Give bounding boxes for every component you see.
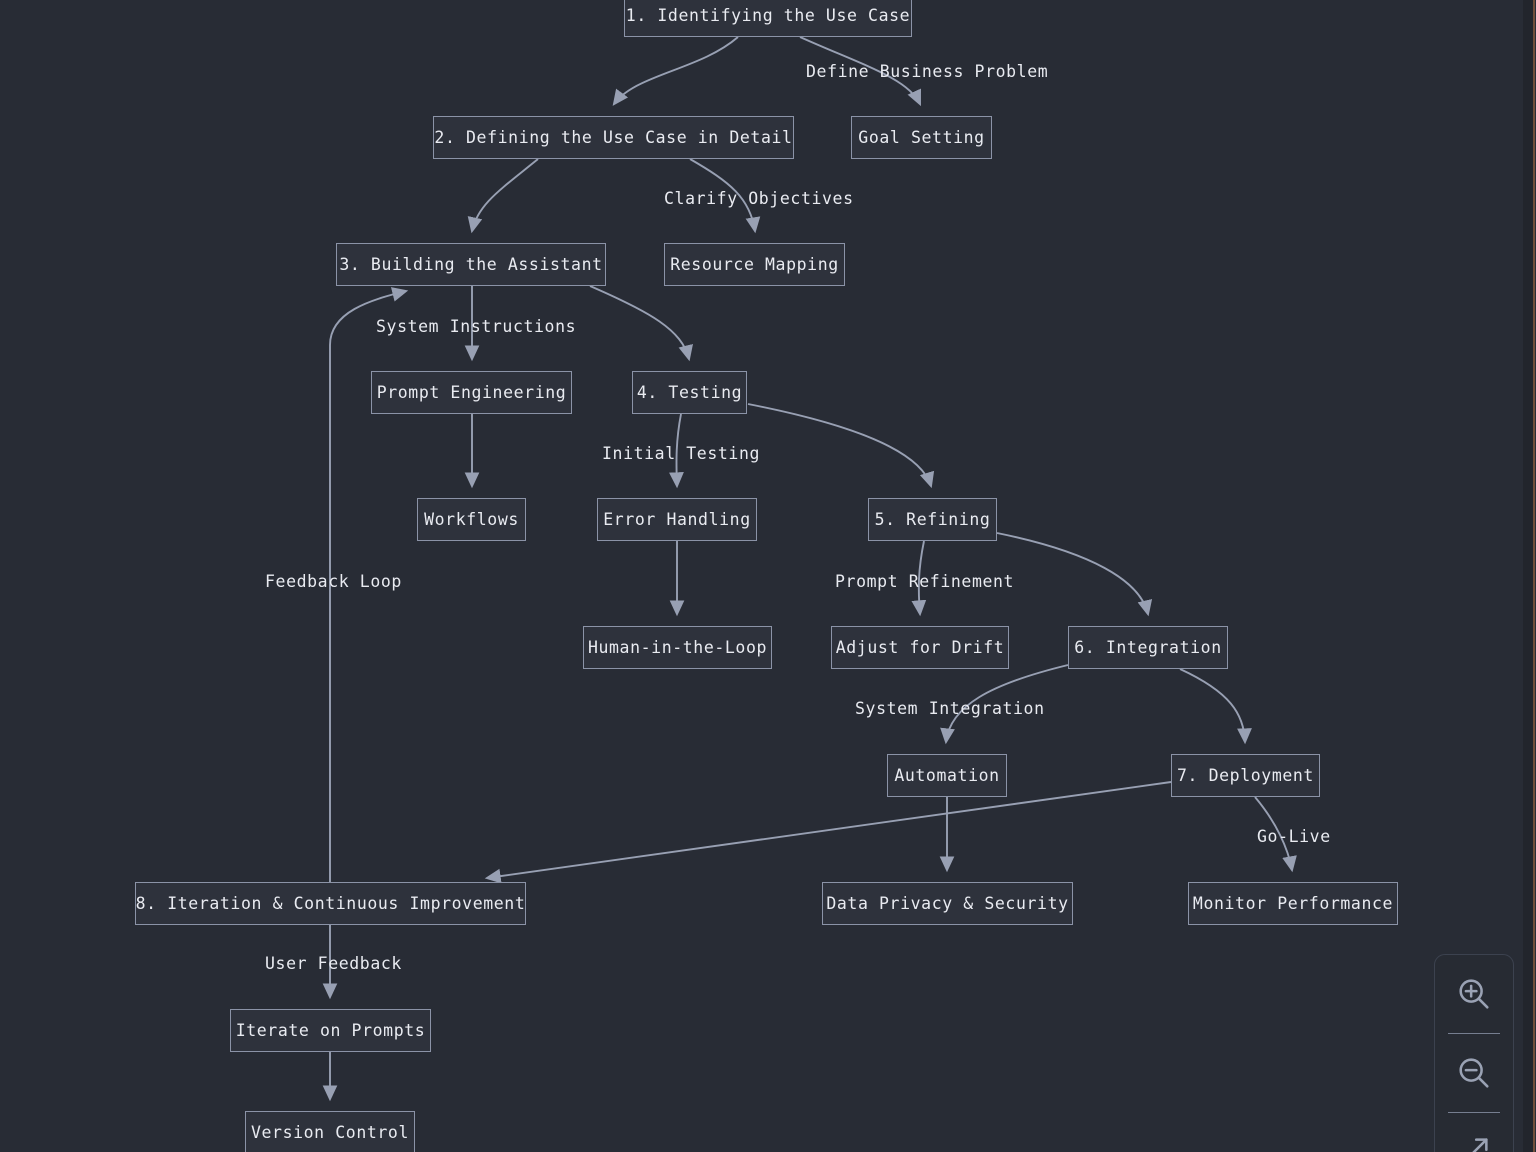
zoom-out-icon: [1459, 1058, 1489, 1088]
edge-n6-n7: [1179, 668, 1252, 745]
zoom-out-button[interactable]: [1435, 1034, 1513, 1112]
fit-to-screen-button[interactable]: [1435, 1113, 1513, 1152]
node-testing[interactable]: 4. Testing: [632, 371, 747, 414]
edge-label-feedback-loop: Feedback Loop: [265, 572, 402, 591]
node-defining-the-use-case-in-detail[interactable]: 2. Defining the Use Case in Detail: [433, 116, 794, 159]
edge-label-prompt-refinement: Prompt Refinement: [835, 572, 1015, 591]
edge-label-go-live: Go-Live: [1257, 827, 1331, 846]
node-identifying-the-use-case[interactable]: 1. Identifying the Use Case: [624, 0, 912, 37]
node-integration[interactable]: 6. Integration: [1068, 626, 1228, 669]
edge-n2-n3: [467, 158, 539, 234]
node-deployment[interactable]: 7. Deployment: [1171, 754, 1320, 797]
node-human-in-the-loop[interactable]: Human-in-the-Loop: [583, 626, 772, 669]
edge-layer: [322, 36, 1297, 1102]
node-resource-mapping[interactable]: Resource Mapping: [664, 243, 845, 286]
edge-label-system-integration: System Integration: [855, 699, 1045, 718]
node-data-privacy-security[interactable]: Data Privacy & Security: [822, 882, 1073, 925]
diagram-canvas[interactable]: 1. Identifying the Use Case 2. Defining …: [0, 0, 1536, 1152]
node-goal-setting[interactable]: Goal Setting: [851, 116, 992, 159]
node-building-the-assistant[interactable]: 3. Building the Assistant: [336, 243, 606, 286]
zoom-controls-panel[interactable]: [1434, 954, 1514, 1152]
node-workflows[interactable]: Workflows: [417, 498, 526, 541]
right-gutter: [1523, 0, 1533, 1152]
edge-n5-n6: [996, 532, 1153, 617]
node-iteration-continuous-improvement[interactable]: 8. Iteration & Continuous Improvement: [135, 882, 526, 925]
edge-label-user-feedback: User Feedback: [265, 954, 402, 973]
node-adjust-for-drift[interactable]: Adjust for Drift: [831, 626, 1009, 669]
edge-n4-n5: [747, 403, 935, 489]
right-accent-line: [1533, 0, 1535, 1152]
expand-arrows-icon: [1472, 1138, 1488, 1152]
edge-n3-n4: [589, 285, 693, 362]
edge-label-clarify-objectives: Clarify Objectives: [664, 189, 854, 208]
node-error-handling[interactable]: Error Handling: [597, 498, 757, 541]
zoom-in-icon: [1459, 979, 1489, 1009]
node-monitor-performance[interactable]: Monitor Performance: [1188, 882, 1398, 925]
node-refining[interactable]: 5. Refining: [868, 498, 997, 541]
edge-label-initial-testing: Initial Testing: [602, 444, 761, 463]
node-automation[interactable]: Automation: [887, 754, 1007, 797]
node-version-control[interactable]: Version Control: [245, 1111, 415, 1152]
node-prompt-engineering[interactable]: Prompt Engineering: [371, 371, 572, 414]
node-iterate-on-prompts[interactable]: Iterate on Prompts: [230, 1009, 431, 1052]
zoom-in-button[interactable]: [1435, 955, 1513, 1033]
edge-n7-n8: [484, 781, 1172, 884]
edge-label-system-instructions: System Instructions: [376, 317, 577, 336]
edge-n1-n2: [612, 36, 739, 106]
edge-label-define-business-problem: Define Business Problem: [806, 62, 1049, 81]
